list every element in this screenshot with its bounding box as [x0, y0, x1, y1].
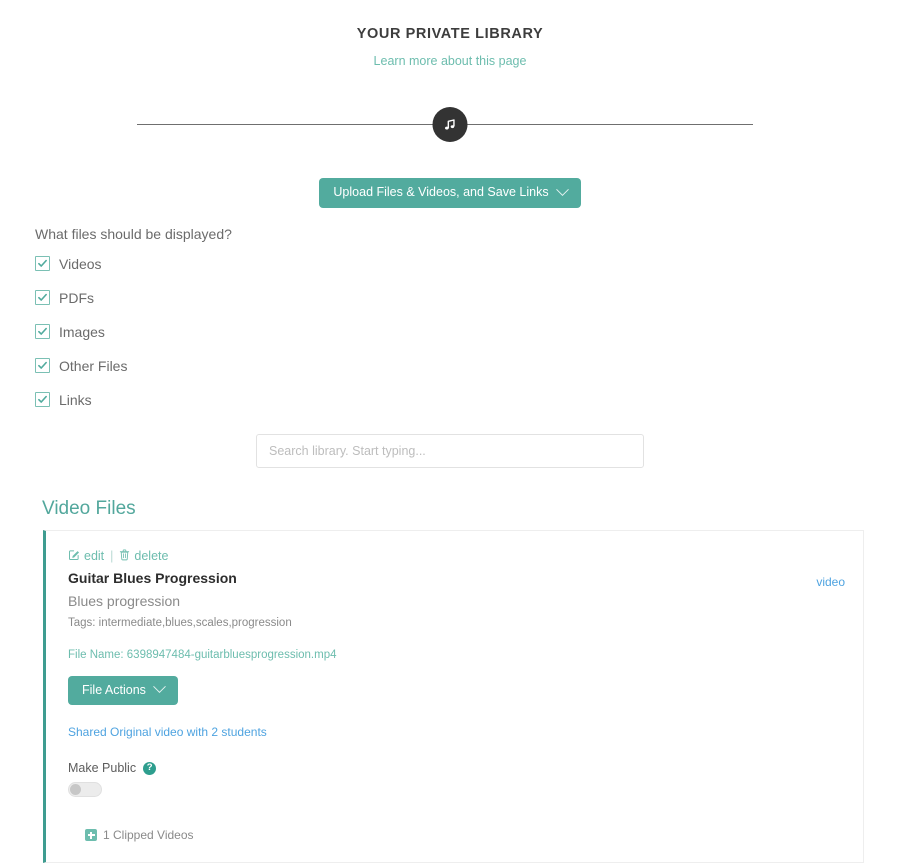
file-actions-label: File Actions	[82, 684, 146, 697]
learn-more-link[interactable]: Learn more about this page	[374, 54, 527, 68]
checkbox-videos[interactable]	[35, 256, 50, 271]
filter-row-images[interactable]: Images	[35, 324, 900, 340]
page-header: YOUR PRIVATE LIBRARY Learn more about th…	[0, 0, 900, 70]
filter-row-links[interactable]: Links	[35, 392, 900, 408]
filter-label-other-files: Other Files	[59, 358, 127, 374]
chevron-down-icon	[556, 183, 569, 196]
shared-with-students-link[interactable]: Shared Original video with 2 students	[68, 725, 267, 739]
clipped-videos-label: 1 Clipped Videos	[103, 828, 194, 842]
filter-row-videos[interactable]: Videos	[35, 256, 900, 272]
file-type-badge[interactable]: video	[816, 575, 845, 589]
file-actions-row: File Actions	[68, 676, 841, 706]
upload-button-row: Upload Files & Videos, and Save Links	[0, 178, 900, 208]
section-divider	[0, 107, 900, 143]
filter-label-pdfs: PDFs	[59, 290, 94, 306]
music-note-icon	[433, 107, 468, 142]
action-separator: |	[110, 549, 113, 563]
plus-square-icon	[85, 829, 97, 841]
file-description: Blues progression	[68, 593, 841, 609]
filter-row-pdfs[interactable]: PDFs	[35, 290, 900, 306]
filter-question-label: What files should be displayed?	[35, 226, 900, 242]
file-title: Guitar Blues Progression	[68, 570, 841, 586]
file-card: edit | delete Guitar Blues Progression B…	[43, 530, 864, 863]
search-row	[0, 434, 900, 468]
edit-label: edit	[84, 549, 104, 563]
filter-label-images: Images	[59, 324, 105, 340]
clipped-videos-expander[interactable]: 1 Clipped Videos	[85, 828, 841, 842]
edit-button[interactable]: edit	[68, 549, 104, 564]
card-action-links: edit | delete	[68, 549, 841, 564]
page-title: YOUR PRIVATE LIBRARY	[0, 26, 900, 42]
upload-button-label: Upload Files & Videos, and Save Links	[333, 186, 548, 199]
search-input[interactable]	[256, 434, 644, 468]
file-type-filter-group: What files should be displayed? Videos P…	[0, 226, 900, 408]
help-icon[interactable]: ?	[143, 762, 156, 775]
checkbox-other-files[interactable]	[35, 358, 50, 373]
make-public-toggle[interactable]	[68, 782, 102, 797]
trash-icon	[119, 549, 130, 564]
filter-row-other-files[interactable]: Other Files	[35, 358, 900, 374]
file-tags: Tags: intermediate,blues,scales,progress…	[68, 617, 841, 629]
filter-label-videos: Videos	[59, 256, 102, 272]
checkbox-images[interactable]	[35, 324, 50, 339]
delete-label: delete	[134, 549, 168, 563]
file-name-link[interactable]: File Name: 6398947484-guitarbluesprogres…	[68, 649, 337, 661]
file-actions-button[interactable]: File Actions	[68, 676, 178, 706]
delete-button[interactable]: delete	[119, 549, 168, 564]
checkbox-links[interactable]	[35, 392, 50, 407]
toggle-knob	[70, 784, 81, 795]
pencil-square-icon	[68, 549, 80, 564]
make-public-row: Make Public ?	[68, 761, 841, 775]
video-files-section-heading: Video Files	[42, 498, 900, 520]
upload-files-videos-save-links-button[interactable]: Upload Files & Videos, and Save Links	[319, 178, 580, 208]
filter-label-links: Links	[59, 392, 92, 408]
make-public-label: Make Public	[68, 761, 136, 775]
chevron-down-icon	[153, 681, 166, 694]
checkbox-pdfs[interactable]	[35, 290, 50, 305]
